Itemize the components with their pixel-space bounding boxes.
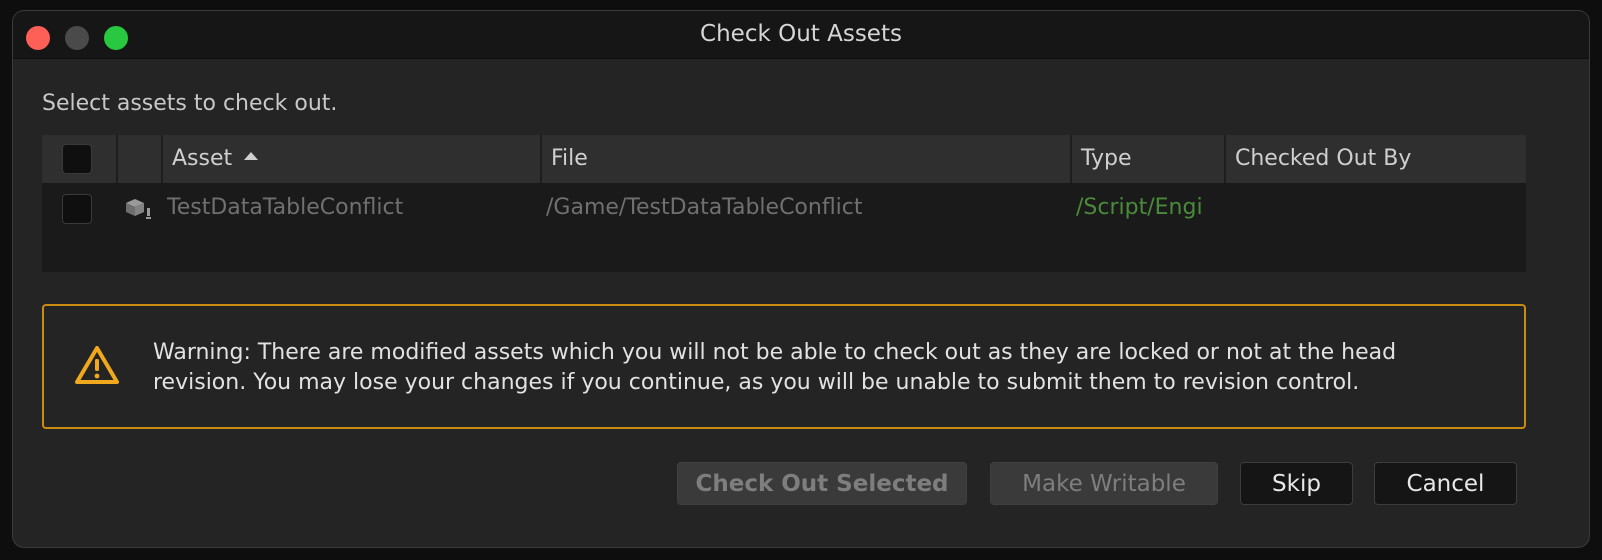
icon-column-header: [118, 135, 163, 183]
column-header-checked-out-by-label: Checked Out By: [1235, 146, 1412, 171]
column-header-type[interactable]: Type: [1072, 135, 1226, 183]
window-title: Check Out Assets: [700, 21, 902, 47]
row-checkbox[interactable]: [62, 194, 92, 224]
column-header-asset[interactable]: Asset: [163, 135, 542, 183]
select-all-column: [42, 135, 118, 183]
table-header: Asset File Type Checked Out By: [42, 135, 1526, 183]
column-header-checked-out-by[interactable]: Checked Out By: [1226, 135, 1526, 183]
cancel-button[interactable]: Cancel: [1374, 462, 1517, 505]
warning-box: Warning: There are modified assets which…: [42, 304, 1526, 429]
warning-message: Warning: There are modified assets which…: [153, 340, 1397, 395]
row-asset-type: /Script/Engi: [1076, 195, 1203, 220]
check-out-selected-button[interactable]: Check Out Selected: [677, 462, 967, 505]
make-writable-button[interactable]: Make Writable: [990, 462, 1218, 505]
check-out-assets-dialog: Check Out Assets Select assets to check …: [12, 10, 1590, 548]
title-bar: Check Out Assets: [13, 11, 1589, 59]
data-table-asset-icon: [123, 184, 155, 232]
skip-button[interactable]: Skip: [1240, 462, 1353, 505]
select-all-checkbox[interactable]: [62, 144, 92, 174]
row-checked-out-by: [1230, 184, 1520, 232]
column-header-asset-label: Asset: [172, 146, 233, 171]
warning-triangle-icon: [74, 345, 120, 389]
column-header-file[interactable]: File: [542, 135, 1072, 183]
instruction-text: Select assets to check out.: [42, 91, 338, 116]
column-header-type-label: Type: [1081, 146, 1132, 171]
table-row[interactable]: TestDataTableConflict /Game/TestDataTabl…: [42, 184, 1526, 232]
sort-ascending-icon: [244, 152, 259, 160]
assets-table: Asset File Type Checked Out By TestDataT…: [42, 135, 1526, 272]
row-file-path: /Game/TestDataTableConflict: [546, 195, 863, 220]
column-header-file-label: File: [551, 146, 588, 171]
row-asset-name: TestDataTableConflict: [167, 195, 404, 220]
